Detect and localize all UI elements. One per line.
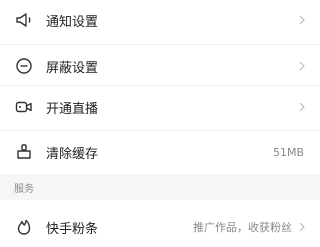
chevron-right-icon [296,14,308,26]
settings-item-fen-tiao[interactable]: 快手粉条 推广作品，收获粉丝 [0,207,320,247]
divider [0,85,320,86]
settings-item-blocking[interactable]: 屏蔽设置 [0,46,320,86]
block-icon [14,56,34,76]
settings-item-clear-cache[interactable]: 清除缓存 51MB [0,132,320,172]
chevron-right-icon [296,221,308,233]
megaphone-icon [14,10,34,30]
broom-icon [14,142,34,162]
settings-item-label: 清除缓存 [46,146,99,162]
promo-text: 推广作品，收获粉丝 [193,221,292,234]
settings-item-label: 屏蔽设置 [46,60,99,76]
settings-item-live[interactable]: 开通直播 [0,87,320,127]
settings-item-label: 通知设置 [46,14,99,30]
settings-item-label: 开通直播 [46,101,99,117]
sparkle-flame-icon [14,217,34,237]
section-header-services: 服务 [0,174,320,200]
divider [0,44,320,45]
settings-item-label: 快手粉条 [46,221,99,237]
settings-screen: 通知设置 屏蔽设置 开通直播 清除缓存 51MB 服务 快手粉条 推广作品，收获… [0,0,320,240]
video-camera-icon [14,97,34,117]
settings-item-notifications[interactable]: 通知设置 [0,0,320,40]
cache-size-value: 51MB [272,145,304,159]
divider [0,130,320,131]
chevron-right-icon [296,60,308,72]
chevron-right-icon [296,101,308,113]
section-title: 服务 [14,183,34,195]
